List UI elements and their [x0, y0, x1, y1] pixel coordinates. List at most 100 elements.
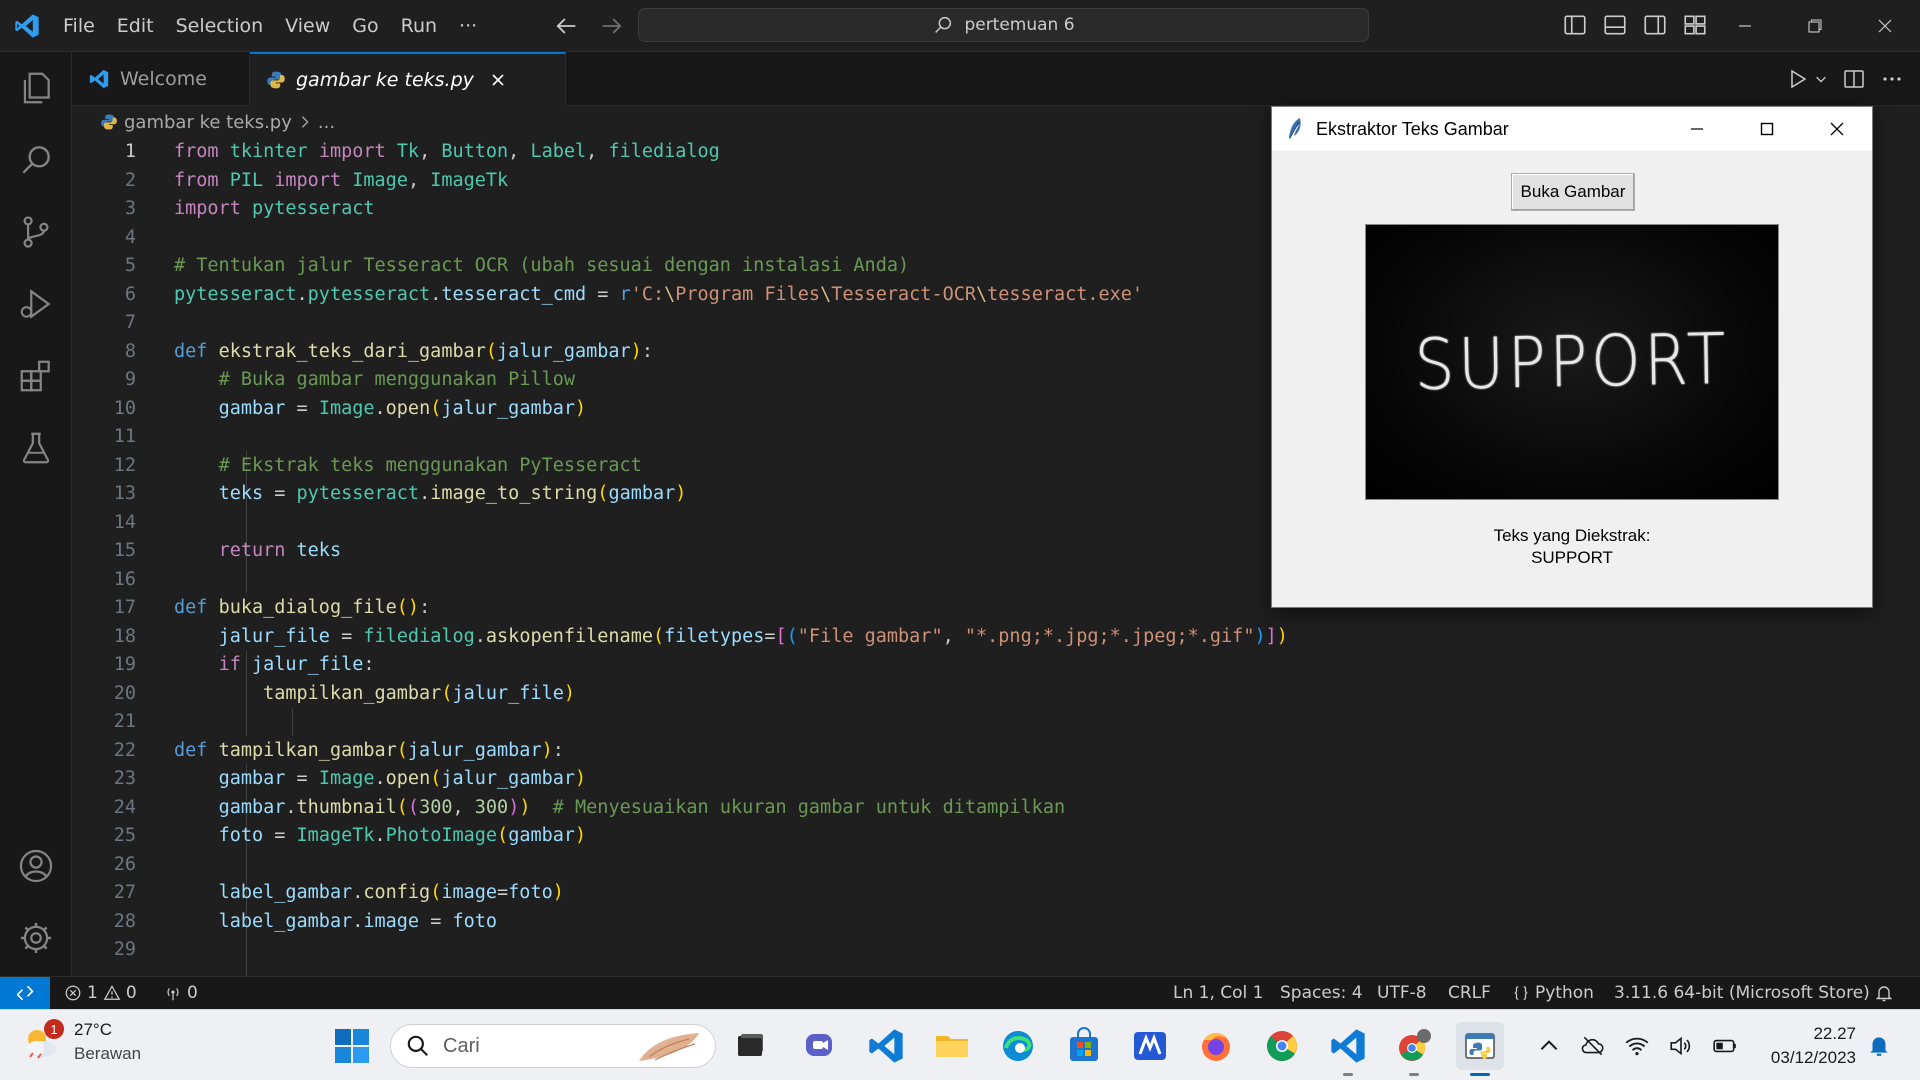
- breadcrumb-symbol[interactable]: ...: [318, 112, 335, 133]
- menu-go[interactable]: Go: [341, 10, 389, 42]
- toggle-secondary-sidebar-icon[interactable]: [1642, 12, 1668, 38]
- more-actions-icon[interactable]: [1880, 67, 1904, 91]
- code-line[interactable]: 29: [72, 936, 1920, 965]
- ports-indicator[interactable]: 0: [164, 977, 198, 1009]
- testing-button[interactable]: [0, 412, 72, 484]
- editor-tab-bar: Welcome gambar ke teks.py: [72, 52, 1920, 106]
- source-control-button[interactable]: [0, 196, 72, 268]
- accounts-button[interactable]: [0, 830, 72, 902]
- toggle-panel-icon[interactable]: [1602, 12, 1628, 38]
- end-of-line[interactable]: CRLF: [1448, 977, 1491, 1009]
- menu-view[interactable]: View: [274, 10, 341, 42]
- customize-layout-icon[interactable]: [1682, 12, 1708, 38]
- battery-icon[interactable]: [1712, 1033, 1738, 1059]
- run-python-file-icon[interactable]: [1786, 67, 1810, 91]
- code-line[interactable]: 23 gambar = Image.open(jalur_gambar): [72, 765, 1920, 794]
- command-center-search[interactable]: pertemuan 6: [638, 8, 1369, 42]
- tab-welcome[interactable]: Welcome: [72, 52, 250, 106]
- notification-bell-icon[interactable]: [1866, 1032, 1892, 1058]
- run-debug-button[interactable]: [0, 268, 72, 340]
- chevron-down-icon[interactable]: [1814, 72, 1828, 86]
- menu-file[interactable]: File: [52, 10, 106, 42]
- open-image-button[interactable]: Buka Gambar: [1511, 173, 1635, 211]
- gear-icon: [20, 922, 52, 954]
- taskbar-vscode-active[interactable]: [1324, 1022, 1372, 1076]
- tk-window-controls: [1662, 107, 1872, 151]
- task-view-button[interactable]: [726, 1022, 774, 1070]
- code-line[interactable]: 20 tampilkan_gambar(jalur_file): [72, 680, 1920, 709]
- chevron-right-icon: [301, 116, 309, 128]
- broadcast-icon: [167, 988, 179, 1001]
- tk-title-bar[interactable]: Ekstraktor Teks Gambar: [1272, 107, 1872, 151]
- arrow-right-icon[interactable]: [598, 12, 626, 40]
- problems-indicator[interactable]: 1 0: [64, 977, 137, 1009]
- tab-gambar-ke-teks[interactable]: gambar ke teks.py: [250, 52, 566, 106]
- taskbar-chrome[interactable]: [1258, 1022, 1306, 1070]
- menu-selection[interactable]: Selection: [165, 10, 275, 42]
- taskbar-file-explorer[interactable]: [928, 1022, 976, 1070]
- code-line[interactable]: 27 label_gambar.config(image=foto): [72, 879, 1920, 908]
- language-label: Python: [1535, 983, 1594, 1003]
- close-button[interactable]: [1850, 0, 1920, 52]
- system-clock[interactable]: 22.27 03/12/2023: [1756, 1022, 1856, 1070]
- extracted-text-value: SUPPORT: [1531, 548, 1613, 567]
- encoding[interactable]: UTF-8: [1377, 977, 1427, 1009]
- taskbar-teams[interactable]: [796, 1022, 844, 1070]
- image-text: SUPPORT: [1414, 317, 1730, 407]
- close-icon: [1830, 122, 1844, 136]
- taskbar-search[interactable]: Cari: [390, 1024, 716, 1068]
- taskbar-firefox[interactable]: [1192, 1022, 1240, 1070]
- cloud-off-icon[interactable]: [1580, 1033, 1606, 1059]
- python-file-icon: [101, 114, 117, 130]
- cursor-position[interactable]: Ln 1, Col 1: [1173, 977, 1264, 1009]
- code-text: # Ekstrak teks menggunakan PyTesseract: [218, 454, 642, 476]
- tk-minimize-button[interactable]: [1662, 107, 1732, 151]
- taskbar-edge[interactable]: [994, 1022, 1042, 1070]
- volume-icon[interactable]: [1668, 1033, 1694, 1059]
- start-button[interactable]: [328, 1022, 376, 1070]
- windows-taskbar: 1 27°C Berawan Cari 22.27 03/12/2023: [0, 1009, 1920, 1080]
- minimize-button[interactable]: [1710, 0, 1780, 52]
- explorer-button[interactable]: [0, 52, 72, 124]
- close-icon[interactable]: [490, 72, 506, 88]
- extracted-text-label: Teks yang Diekstrak: SUPPORT: [1272, 525, 1872, 569]
- restore-button[interactable]: [1780, 0, 1850, 52]
- indentation[interactable]: Spaces: 4: [1280, 977, 1363, 1009]
- layout-controls: [1562, 12, 1708, 38]
- tk-maximize-button[interactable]: [1732, 107, 1802, 151]
- python-interpreter[interactable]: 3.11.6 64-bit (Microsoft Store): [1614, 977, 1870, 1009]
- tk-close-button[interactable]: [1802, 107, 1872, 151]
- remote-indicator[interactable]: [0, 977, 50, 1009]
- weather-widget[interactable]: 1 27°C Berawan: [20, 1018, 141, 1066]
- manage-button[interactable]: [0, 902, 72, 974]
- search-icon: [407, 1035, 428, 1056]
- edge-browser-icon: [1003, 1031, 1033, 1061]
- code-line[interactable]: 19 if jalur_file:: [72, 651, 1920, 680]
- menu-more[interactable]: ···: [448, 10, 488, 42]
- split-editor-icon[interactable]: [1842, 67, 1866, 91]
- code-line[interactable]: 21: [72, 708, 1920, 737]
- taskbar-store[interactable]: [1060, 1022, 1108, 1070]
- breadcrumb-file[interactable]: gambar ke teks.py: [124, 112, 292, 133]
- extensions-button[interactable]: [0, 340, 72, 412]
- wifi-icon[interactable]: [1624, 1033, 1650, 1059]
- chevron-up-icon[interactable]: [1536, 1033, 1562, 1059]
- code-line[interactable]: 22 def tampilkan_gambar(jalur_gambar):: [72, 737, 1920, 766]
- code-line[interactable]: 28 label_gambar.image = foto: [72, 908, 1920, 937]
- taskbar-chrome-profile[interactable]: [1390, 1022, 1438, 1076]
- code-line[interactable]: 25 foto = ImageTk.PhotoImage(gambar): [72, 822, 1920, 851]
- code-line[interactable]: 26: [72, 851, 1920, 880]
- menu-edit[interactable]: Edit: [106, 10, 165, 42]
- menu-run[interactable]: Run: [390, 10, 448, 42]
- code-line[interactable]: 24 gambar.thumbnail((300, 300)) # Menyes…: [72, 794, 1920, 823]
- code-line[interactable]: 18 jalur_file = filedialog.askopenfilena…: [72, 623, 1920, 652]
- extensions-icon: [20, 360, 50, 392]
- toggle-primary-sidebar-icon[interactable]: [1562, 12, 1588, 38]
- language-mode[interactable]: Python: [1512, 977, 1594, 1009]
- taskbar-vscode[interactable]: [862, 1022, 910, 1070]
- taskbar-app-m[interactable]: [1126, 1022, 1174, 1070]
- search-button[interactable]: [0, 124, 72, 196]
- notifications-button[interactable]: [1874, 977, 1894, 1009]
- taskbar-python-app[interactable]: [1456, 1022, 1504, 1076]
- arrow-left-icon[interactable]: [552, 12, 580, 40]
